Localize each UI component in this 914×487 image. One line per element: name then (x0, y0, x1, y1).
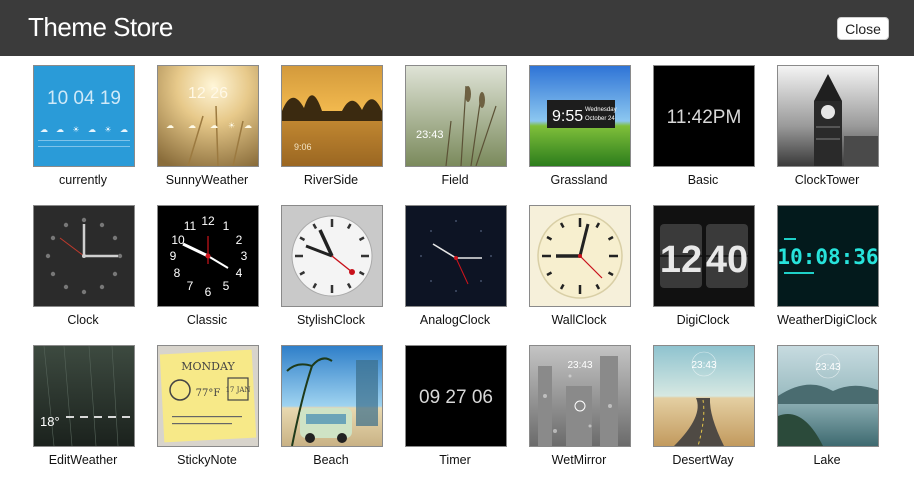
svg-text:4: 4 (236, 266, 243, 280)
theme-thumbnail (281, 345, 383, 447)
theme-name: SunnyWeather (165, 173, 249, 187)
svg-text:12 26: 12 26 (188, 85, 228, 102)
svg-text:6: 6 (205, 285, 212, 299)
theme-name: WallClock (551, 313, 607, 327)
theme-name: RiverSide (303, 173, 359, 187)
theme-name: StylishClock (296, 313, 366, 327)
svg-text:10:08:36: 10:08:36 (778, 245, 878, 269)
theme-thumbnail: 9:55 Wednesday October 24 (529, 65, 631, 167)
theme-name: WeatherDigiClock (777, 313, 877, 327)
svg-text:☁: ☁ (120, 125, 128, 134)
theme-name: Field (441, 173, 469, 187)
theme-name: ClockTower (794, 173, 860, 187)
svg-text:October 24: October 24 (585, 116, 615, 122)
theme-thumbnail: 11:42PM (653, 65, 755, 167)
theme-thumbnail: 12 26 ☁ ☁ ☁ ☀ ☁ (157, 65, 259, 167)
theme-name: EditWeather (48, 453, 118, 467)
svg-text:8: 8 (174, 266, 181, 280)
svg-text:☁: ☁ (40, 125, 48, 134)
svg-text:☁: ☁ (210, 121, 218, 130)
theme-thumbnail (529, 205, 631, 307)
theme-thumbnail: 23:43 (529, 345, 631, 447)
svg-text:09 27 06: 09 27 06 (419, 387, 493, 408)
svg-text:5: 5 (223, 279, 230, 293)
svg-text:10 04 19: 10 04 19 (47, 88, 121, 109)
svg-text:☁: ☁ (56, 125, 64, 134)
theme-name: Classic (186, 313, 228, 327)
theme-name: Lake (813, 453, 841, 467)
theme-thumbnail: 23:43 (777, 345, 879, 447)
theme-thumbnail: 09 27 06 (405, 345, 507, 447)
svg-text:23:43: 23:43 (815, 362, 840, 373)
svg-text:77°F: 77°F (196, 388, 221, 399)
svg-text:1: 1 (223, 219, 230, 233)
svg-text:23:43: 23:43 (567, 360, 592, 371)
svg-text:7: 7 (187, 279, 194, 293)
theme-thumbnail (33, 205, 135, 307)
theme-name: Timer (439, 453, 471, 467)
theme-thumbnail: 9:06 (281, 65, 383, 167)
svg-text:23:43: 23:43 (691, 360, 716, 371)
theme-name: AnalogClock (419, 313, 491, 327)
svg-text:9: 9 (170, 249, 177, 263)
svg-text:☁: ☁ (88, 125, 96, 134)
theme-thumbnail: 12 40 (653, 205, 755, 307)
window-title: Theme Store (28, 12, 173, 42)
theme-thumbnail: 23:43 (653, 345, 755, 447)
svg-text:23:43: 23:43 (416, 129, 444, 141)
theme-thumbnail (777, 65, 879, 167)
theme-thumbnail: MONDAY 77°F 17 JAN (157, 345, 259, 447)
theme-name: DesertWay (672, 453, 734, 467)
svg-text:Wednesday: Wednesday (585, 107, 617, 113)
svg-text:☁: ☁ (188, 121, 196, 130)
svg-text:18°: 18° (40, 414, 60, 429)
theme-thumbnail: 10 04 19 ☁ ☁ ☀ ☁ ☀ ☁ (33, 65, 135, 167)
svg-text:☀: ☀ (72, 125, 79, 134)
svg-text:40: 40 (706, 239, 748, 281)
theme-thumbnail (405, 205, 507, 307)
title-bar: Theme Store Close (0, 0, 914, 56)
theme-thumbnail: 23:43 (405, 65, 507, 167)
svg-text:2: 2 (236, 233, 243, 247)
svg-text:☁: ☁ (244, 121, 252, 130)
svg-text:9:06: 9:06 (294, 142, 312, 152)
theme-thumbnail: 12 1 2 345 678 9 10 11 (157, 205, 259, 307)
theme-name: Clock (67, 313, 99, 327)
svg-text:☀: ☀ (104, 125, 111, 134)
theme-thumbnail: 18° (33, 345, 135, 447)
theme-name: currently (59, 173, 107, 187)
svg-text:12: 12 (660, 239, 702, 281)
svg-text:MONDAY: MONDAY (181, 360, 235, 373)
svg-text:11: 11 (184, 219, 197, 233)
svg-text:☁: ☁ (166, 121, 174, 130)
svg-text:9:55: 9:55 (552, 108, 583, 125)
close-button[interactable]: Close (837, 17, 889, 40)
theme-name: StickyNote (177, 453, 237, 467)
theme-name: Beach (313, 453, 349, 467)
theme-name: Grassland (550, 173, 608, 187)
theme-name: DigiClock (676, 313, 730, 327)
svg-text:3: 3 (241, 249, 248, 263)
svg-text:12: 12 (201, 214, 215, 228)
theme-name: Basic (687, 173, 719, 187)
svg-text:11:42PM: 11:42PM (667, 107, 742, 128)
theme-name: WetMirror (551, 453, 607, 467)
theme-thumbnail: 10:08:36 (777, 205, 879, 307)
svg-text:17 JAN: 17 JAN (225, 386, 250, 394)
svg-text:☀: ☀ (228, 121, 235, 130)
theme-thumbnail (281, 205, 383, 307)
